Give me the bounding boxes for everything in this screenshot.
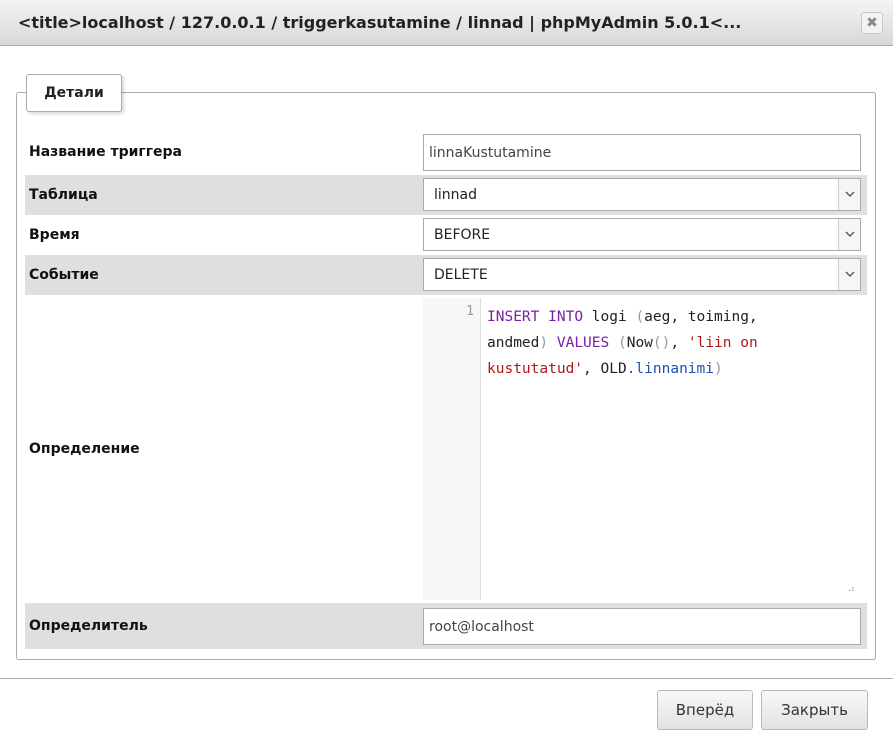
trigger-name-input[interactable]	[423, 134, 861, 171]
code-text-part: ,	[670, 335, 688, 351]
code-string: 'liin on	[687, 335, 758, 351]
code-text-part: logi	[583, 309, 636, 325]
dialog-titlebar: <title>localhost / 127.0.0.1 / triggerka…	[0, 0, 893, 46]
line-number-gutter: 1	[423, 298, 481, 600]
code-text-part: Now	[626, 335, 653, 351]
definition-label: Определение	[29, 441, 140, 457]
row-definer: Определитель	[25, 603, 867, 649]
fieldset-legend: Детали	[26, 74, 122, 112]
go-button[interactable]: Вперёд	[657, 690, 753, 730]
row-event: Событие DELETE	[25, 255, 867, 295]
chevron-down-icon	[838, 219, 860, 250]
line-number: 1	[466, 304, 474, 319]
trigger-name-label: Название триггера	[29, 144, 182, 160]
code-bracket: )	[714, 361, 723, 377]
event-label: Событие	[29, 267, 99, 283]
code-bracket: (	[635, 309, 645, 325]
table-select[interactable]: linnad	[423, 178, 861, 211]
time-label: Время	[29, 227, 80, 243]
time-select-value: BEFORE	[434, 226, 491, 243]
table-select-value: linnad	[434, 186, 477, 203]
code-keyword: VALUES	[556, 335, 610, 351]
code-keyword: INSERT	[487, 309, 540, 325]
code-text-part	[548, 335, 557, 351]
event-select-value: DELETE	[434, 266, 488, 283]
resize-grip-icon[interactable]: ⠴	[848, 584, 855, 595]
code-text-part	[539, 309, 548, 325]
code-string: kustutatud'	[487, 361, 584, 377]
close-icon[interactable]: ✖	[861, 12, 883, 34]
row-table: Таблица linnad	[25, 175, 867, 215]
code-text-part: aeg, toiming,	[644, 309, 758, 325]
code-text-part: andmed	[487, 335, 540, 351]
close-button[interactable]: Закрыть	[761, 690, 868, 730]
code-text[interactable]: INSERT INTO logi (aeg, toiming, andmed) …	[487, 304, 847, 382]
code-bracket: (	[617, 335, 627, 351]
chevron-down-icon	[838, 179, 860, 210]
footer-divider	[0, 678, 893, 679]
event-select[interactable]: DELETE	[423, 258, 861, 291]
definer-label: Определитель	[29, 618, 148, 634]
code-keyword: INTO	[548, 309, 584, 325]
code-text-part	[609, 335, 618, 351]
row-trigger-name: Название триггера	[25, 129, 867, 175]
chevron-down-icon	[838, 259, 860, 290]
row-time: Время BEFORE	[25, 215, 867, 255]
code-text-part: , OLD	[583, 361, 627, 377]
dialog-title: <title>localhost / 127.0.0.1 / triggerka…	[18, 13, 742, 32]
code-bracket: ()	[652, 335, 671, 351]
definer-input[interactable]	[423, 608, 861, 645]
code-variable: .linnanimi	[626, 361, 714, 377]
table-label: Таблица	[29, 187, 98, 203]
row-definition: Определение 1 INSERT INTO logi (aeg, toi…	[25, 295, 867, 603]
code-bracket: )	[539, 335, 549, 351]
definition-code-editor[interactable]: 1 INSERT INTO logi (aeg, toiming, andmed…	[423, 298, 861, 600]
time-select[interactable]: BEFORE	[423, 218, 861, 251]
